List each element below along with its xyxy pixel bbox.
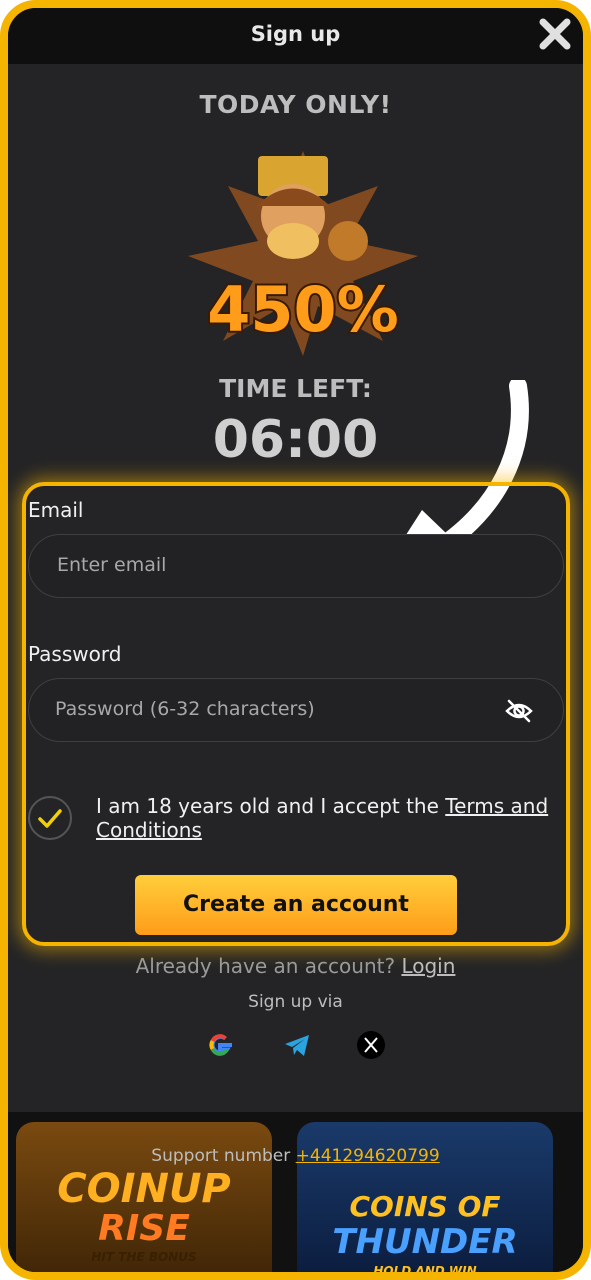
support-number-link[interactable]: +441294620799 [296,1146,440,1166]
terms-statement: I am 18 years old and I accept the [96,794,446,818]
login-prompt: Already have an account? Login [8,954,583,978]
game-title-line2: RISE [98,1208,190,1249]
password-field[interactable]: Password (6-32 characters) [28,678,564,742]
promo-bonus-graphic: 450% [188,151,418,356]
login-prompt-text: Already have an account? [135,954,402,978]
login-link[interactable]: Login [401,954,455,978]
telegram-icon[interactable] [282,1030,312,1060]
email-placeholder: Enter email [57,554,167,576]
modal-title: Sign up [250,22,341,46]
game-tag: HIT THE BONUS [91,1250,197,1264]
game-title-line1: COINS OF [349,1190,501,1223]
signup-modal: Sign up TODAY ONLY! 450% TIME LEFT: 06:0… [0,0,591,1280]
terms-text: I am 18 years old and I accept the Terms… [96,794,571,842]
email-label: Email [28,498,84,522]
email-field[interactable]: Enter email [28,534,564,598]
close-icon[interactable] [537,16,573,52]
eye-off-icon[interactable] [505,697,533,725]
promo-headline: TODAY ONLY! [199,90,392,119]
promo-bonus-text: 450% [207,273,399,346]
password-label: Password [28,642,122,666]
password-placeholder: Password (6-32 characters) [55,698,315,720]
modal-header: Sign up [8,8,583,64]
support-line: Support number +441294620799 [8,1146,583,1166]
game-tag: HOLD AND WIN [373,1264,477,1278]
checkmark-icon [38,809,62,828]
support-label: Support number [151,1146,296,1166]
x-icon[interactable] [356,1030,386,1060]
terms-checkbox[interactable] [28,796,72,840]
game-title-line1: COINUP [57,1166,231,1212]
google-icon[interactable] [205,1030,235,1060]
signup-via-label: Sign up via [248,992,343,1012]
game-title-line2: THUNDER [332,1222,518,1262]
create-account-button[interactable]: Create an account [135,875,457,935]
